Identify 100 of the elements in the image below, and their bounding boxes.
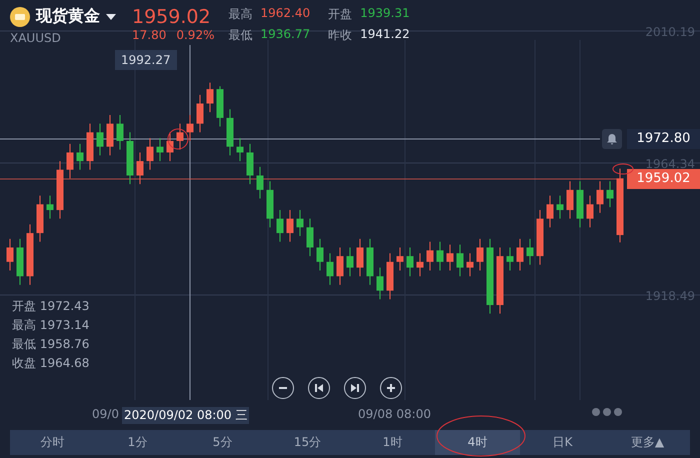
candlestick (26, 224, 34, 286)
stat-value: 1962.40 (260, 6, 310, 22)
candlestick (296, 210, 304, 236)
candlestick (236, 138, 244, 162)
candlestick (456, 244, 464, 277)
candlestick (406, 246, 414, 277)
candlestick (106, 114, 114, 156)
candlestick (256, 166, 264, 200)
step-forward-button[interactable] (344, 377, 366, 399)
candlestick (156, 138, 164, 162)
price-axis-label: 2010.19 (645, 25, 695, 39)
candlestick (326, 252, 334, 286)
candlestick (266, 180, 274, 228)
annotation-ellipse (612, 163, 634, 175)
candlestick (316, 238, 324, 271)
candlestick (246, 143, 254, 185)
candlestick (526, 238, 534, 266)
zoom-in-button[interactable] (380, 377, 402, 399)
candlestick (536, 210, 544, 266)
candlestick (226, 108, 234, 156)
timeframe-tab[interactable]: 1分 (95, 430, 180, 455)
stat-value: 1941.22 (360, 27, 410, 43)
candlestick (136, 152, 144, 185)
candlestick (336, 246, 344, 286)
candlestick (306, 218, 314, 257)
coin-icon (10, 6, 30, 26)
stat-label: 最低 (228, 27, 252, 44)
candlestick (56, 160, 64, 220)
candlestick (506, 246, 514, 271)
candlestick (436, 241, 444, 271)
candlestick (126, 132, 134, 185)
caret-icon[interactable] (106, 14, 116, 20)
candlestick (446, 244, 454, 271)
zoom-out-button[interactable] (272, 377, 294, 399)
candlestick (596, 180, 604, 214)
candlestick (6, 238, 14, 271)
timeframe-tab[interactable]: 日K (520, 430, 605, 455)
timeframe-tab[interactable]: 5分 (180, 430, 265, 455)
timeframe-tab[interactable]: 分时 (10, 430, 95, 455)
plus-icon (386, 383, 396, 393)
dots-icon (592, 408, 622, 416)
price-axis-label: 1964.34 (645, 157, 695, 171)
price-change: 17.80 (132, 28, 166, 42)
candlestick (196, 94, 204, 133)
stat-label: 最高 (228, 6, 252, 23)
time-axis-label: 09/08 08:00 (358, 407, 431, 421)
skip-back-icon (314, 383, 324, 393)
current-price: 1959.02 (132, 6, 212, 28)
candlestick (346, 246, 354, 277)
candlestick (16, 238, 24, 286)
candlestick (396, 246, 404, 271)
candlestick (606, 180, 614, 208)
last-price-tag: 1959.02 (627, 169, 700, 189)
timeframe-tab[interactable]: 更多▲ (605, 430, 690, 455)
crosshair-price-label: 1972.80 (627, 129, 700, 149)
candlestick (356, 238, 364, 277)
crosshair-time-label: 2020/09/02 08:00 三 (122, 407, 250, 424)
instrument-symbol: XAUUSD (10, 31, 61, 45)
skip-forward-icon (350, 383, 360, 393)
step-back-button[interactable] (308, 377, 330, 399)
bell-icon[interactable] (602, 129, 622, 149)
stat-label: 昨收 (328, 27, 352, 44)
candlestick (216, 86, 224, 128)
candlestick (566, 180, 574, 220)
timeframe-tab[interactable]: 1时 (350, 430, 435, 455)
candlestick (386, 252, 394, 300)
stat-value: 1936.77 (260, 27, 310, 43)
candlestick (96, 123, 104, 156)
candlestick (286, 210, 294, 242)
candlestick (586, 195, 594, 228)
ohlc-readout: 最低 1958.76 (12, 336, 90, 353)
candlestick (466, 252, 474, 277)
price-change-percent: 0.92% (176, 28, 214, 42)
candlestick (86, 123, 94, 170)
candlestick (276, 210, 284, 242)
candlestick (76, 143, 84, 170)
candlestick (176, 123, 184, 150)
candlestick (46, 195, 54, 220)
candlestick (116, 114, 124, 150)
candlestick (546, 195, 554, 228)
high-price-tag: 1992.27 (115, 50, 177, 70)
time-axis-label: 09/0 (92, 407, 119, 421)
annotation-ellipse (167, 128, 189, 150)
candlestick (166, 132, 174, 162)
ohlc-readout: 最高 1973.14 (12, 317, 90, 334)
stat-value: 1939.31 (360, 6, 410, 22)
candlestick (66, 143, 74, 179)
candlestick (206, 82, 214, 113)
candlestick (516, 238, 524, 271)
candlestick (416, 252, 424, 277)
price-axis-label: 1918.49 (645, 289, 695, 303)
ohlc-readout: 收盘 1964.68 (12, 355, 90, 372)
candlestick (36, 195, 44, 242)
candlestick (366, 238, 374, 286)
timeframe-tab[interactable]: 15分 (265, 430, 350, 455)
candlestick (496, 246, 504, 314)
instrument-name[interactable]: 现货黄金 (36, 6, 100, 27)
candlestick (426, 241, 434, 271)
timeframe-tab[interactable]: 4时 (435, 430, 520, 455)
candlestick (476, 238, 484, 271)
